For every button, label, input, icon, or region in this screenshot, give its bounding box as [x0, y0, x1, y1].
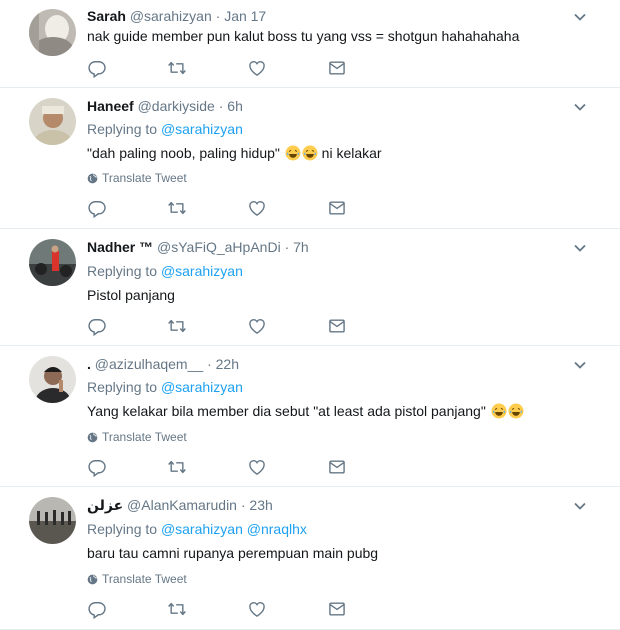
tweet-header: Haneef @darkiyside · 6h [87, 97, 243, 115]
avatar[interactable] [29, 497, 76, 544]
tweet-header: عزلن @AlanKamarudin · 23h [87, 496, 273, 514]
separator-dot: · [284, 239, 290, 255]
tweet-2[interactable]: Haneef @darkiyside · 6h Replying to @sar… [0, 88, 620, 229]
globe-icon [87, 432, 98, 443]
like-icon[interactable] [247, 58, 267, 78]
reply-icon[interactable] [87, 316, 107, 336]
tweet-header: . @azizulhaqem__ · 22h [87, 355, 239, 373]
retweet-icon[interactable] [167, 316, 187, 336]
reply-icon[interactable] [87, 58, 107, 78]
separator-dot: · [207, 356, 212, 372]
translate-label[interactable]: Translate Tweet [102, 572, 187, 586]
tweet-1[interactable]: Sarah @sarahizyan · Jan 17 nak guide mem… [0, 0, 620, 88]
user-handle[interactable]: @AlanKamarudin [127, 497, 237, 513]
retweet-icon[interactable] [167, 58, 187, 78]
replying-label: Replying to [87, 379, 158, 395]
replying-to: Replying to @sarahizyan [87, 262, 243, 280]
tweet-5[interactable]: عزلن @AlanKamarudin · 23h Replying to @s… [0, 487, 620, 630]
laughing-emoji-icon [491, 403, 507, 419]
tweet-text: "dah paling noob, paling hidup" ni kelak… [87, 144, 382, 162]
user-handle[interactable]: @azizulhaqem__ [95, 356, 203, 372]
separator-dot: · [240, 497, 246, 513]
reply-mention[interactable]: @sarahizyan [161, 521, 243, 537]
timestamp[interactable]: 23h [249, 497, 272, 513]
timestamp[interactable]: 7h [293, 239, 309, 255]
caret-down-icon[interactable] [573, 499, 587, 513]
timestamp[interactable]: 6h [227, 98, 243, 114]
tweet-header: Sarah @sarahizyan · Jan 17 [87, 7, 266, 25]
tweet-actions [87, 599, 377, 619]
display-name[interactable]: . [87, 356, 91, 372]
reply-mention[interactable]: @sarahizyan [161, 121, 243, 137]
tweet-text-after: ni kelakar [317, 145, 382, 161]
like-icon[interactable] [247, 198, 267, 218]
tweet-text: Yang kelakar bila member dia sebut "at l… [87, 402, 524, 420]
tweet-actions [87, 457, 377, 477]
timestamp[interactable]: 22h [216, 356, 239, 372]
reply-icon[interactable] [87, 457, 107, 477]
like-icon[interactable] [247, 457, 267, 477]
translate-label[interactable]: Translate Tweet [102, 430, 187, 444]
caret-down-icon[interactable] [573, 358, 587, 372]
timestamp[interactable]: Jan 17 [224, 8, 266, 24]
dm-icon[interactable] [327, 316, 347, 336]
display-name[interactable]: Nadher ™ [87, 239, 153, 255]
translate-tweet[interactable]: Translate Tweet [87, 171, 187, 185]
like-icon[interactable] [247, 599, 267, 619]
reply-mention[interactable]: @sarahizyan [161, 379, 243, 395]
tweet-text: nak guide member pun kalut boss tu yang … [87, 28, 520, 44]
separator-dot: · [218, 98, 224, 114]
dm-icon[interactable] [327, 198, 347, 218]
replying-to: Replying to @sarahizyan [87, 120, 243, 138]
caret-down-icon[interactable] [573, 100, 587, 114]
tweet-actions [87, 198, 377, 218]
avatar[interactable] [29, 9, 76, 56]
avatar[interactable] [29, 239, 76, 286]
avatar[interactable] [29, 356, 76, 403]
laughing-emoji-icon [302, 145, 318, 161]
translate-tweet[interactable]: Translate Tweet [87, 430, 187, 444]
laughing-emoji-icon [285, 145, 301, 161]
tweet-text-main: "dah paling noob, paling hidup" [87, 145, 280, 161]
dm-icon[interactable] [327, 599, 347, 619]
tweet-header: Nadher ™ @sYaFiQ_aHpAnDi · 7h [87, 238, 309, 256]
tweet-text-main: Yang kelakar bila member dia sebut "at l… [87, 403, 486, 419]
replying-label: Replying to [87, 121, 158, 137]
dm-icon[interactable] [327, 457, 347, 477]
reply-mention[interactable]: @sarahizyan [161, 263, 243, 279]
caret-down-icon[interactable] [573, 10, 587, 24]
replying-to: Replying to @sarahizyan @nraqlhx [87, 520, 307, 538]
reply-icon[interactable] [87, 198, 107, 218]
translate-tweet[interactable]: Translate Tweet [87, 572, 187, 586]
avatar[interactable] [29, 98, 76, 145]
tweet-actions [87, 316, 377, 336]
separator-dot: · [215, 8, 221, 24]
caret-down-icon[interactable] [573, 241, 587, 255]
replying-to: Replying to @sarahizyan [87, 378, 243, 396]
dm-icon[interactable] [327, 58, 347, 78]
reply-icon[interactable] [87, 599, 107, 619]
user-handle[interactable]: @sarahizyan [130, 8, 212, 24]
display-name[interactable]: عزلن [87, 497, 123, 513]
replying-label: Replying to [87, 263, 158, 279]
user-handle[interactable]: @sYaFiQ_aHpAnDi [157, 239, 281, 255]
reply-mention-2[interactable]: @nraqlhx [247, 521, 307, 537]
retweet-icon[interactable] [167, 198, 187, 218]
tweet-text: baru tau camni rupanya perempuan main pu… [87, 545, 379, 561]
replying-label: Replying to [87, 521, 158, 537]
tweet-4[interactable]: . @azizulhaqem__ · 22h Replying to @sara… [0, 346, 620, 487]
tweet-text: Pistol panjang [87, 287, 175, 303]
tweet-3[interactable]: Nadher ™ @sYaFiQ_aHpAnDi · 7h Replying t… [0, 229, 620, 346]
retweet-icon[interactable] [167, 599, 187, 619]
display-name[interactable]: Haneef [87, 98, 134, 114]
laughing-emoji-icon [508, 403, 524, 419]
like-icon[interactable] [247, 316, 267, 336]
tweet-actions [87, 58, 377, 78]
globe-icon [87, 173, 98, 184]
user-handle[interactable]: @darkiyside [138, 98, 215, 114]
display-name[interactable]: Sarah [87, 8, 126, 24]
globe-icon [87, 574, 98, 585]
retweet-icon[interactable] [167, 457, 187, 477]
translate-label[interactable]: Translate Tweet [102, 171, 187, 185]
